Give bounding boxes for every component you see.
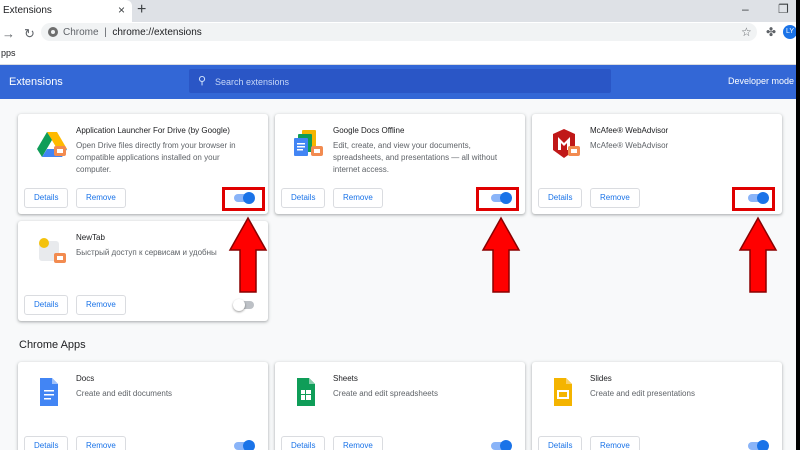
- site-label: Chrome: [63, 27, 99, 38]
- arrow-left-icon[interactable]: →: [2, 26, 15, 41]
- remove-button[interactable]: Remove: [76, 295, 126, 315]
- bookmarks-bar: [0, 44, 796, 65]
- profile-avatar[interactable]: LY: [783, 25, 796, 39]
- extensions-puzzle-icon[interactable]: ✤: [766, 25, 776, 39]
- toggle-highlight-box: [476, 187, 519, 211]
- url-separator: |: [104, 27, 107, 38]
- app-card: Docs Create and edit documents Details R…: [18, 362, 268, 450]
- new-tab-button[interactable]: +: [137, 1, 146, 19]
- toggle-highlight-box: [732, 187, 775, 211]
- remove-button[interactable]: Remove: [333, 188, 383, 208]
- bookmark-apps[interactable]: pps: [1, 48, 16, 58]
- app-name: Docs: [76, 374, 95, 383]
- enable-toggle[interactable]: [748, 440, 769, 450]
- extension-description: Быстрый доступ к сервисам и удобны: [76, 248, 217, 257]
- developer-mode-label[interactable]: Developer mode: [728, 76, 794, 86]
- url-text: chrome://extensions: [112, 27, 202, 38]
- google-sheets-icon: [293, 376, 325, 408]
- details-button[interactable]: Details: [24, 188, 69, 208]
- details-button[interactable]: Details: [281, 188, 326, 208]
- red-arrow-up-icon: [228, 216, 268, 293]
- tab-title: Extensions: [3, 5, 52, 16]
- app-card: Slides Create and edit presentations Det…: [532, 362, 782, 450]
- chrome-site-icon: [48, 27, 58, 37]
- reload-icon[interactable]: ↻: [24, 26, 35, 42]
- browser-window: Extensions × + – ❐ → ↻ Chrome | chrome:/…: [0, 0, 796, 450]
- red-arrow-up-icon: [481, 216, 521, 293]
- app-name: Slides: [590, 374, 612, 383]
- remove-button[interactable]: Remove: [76, 436, 126, 450]
- mcafee-shield-icon: [550, 128, 582, 160]
- restore-button[interactable]: ❐: [778, 2, 789, 16]
- extension-name: Google Docs Offline: [333, 126, 405, 135]
- google-drive-icon: [36, 128, 68, 160]
- extension-description: Open Drive files directly from your brow…: [76, 141, 236, 174]
- details-button[interactable]: Details: [538, 188, 583, 208]
- search-input[interactable]: [213, 71, 597, 93]
- enable-toggle[interactable]: [491, 440, 512, 450]
- newtab-puzzle-icon: [36, 235, 68, 267]
- enable-toggle[interactable]: [233, 299, 254, 311]
- remove-button[interactable]: Remove: [590, 436, 640, 450]
- details-button[interactable]: Details: [24, 436, 69, 450]
- page-title: Extensions: [9, 76, 63, 88]
- search-icon: ⚲: [198, 75, 207, 87]
- tab-close-icon[interactable]: ×: [118, 3, 125, 17]
- app-card: Sheets Create and edit spreadsheets Deta…: [275, 362, 525, 450]
- google-slides-icon: [550, 376, 582, 408]
- address-bar-text[interactable]: Chrome | chrome://extensions: [63, 27, 202, 38]
- tab-extensions[interactable]: Extensions ×: [0, 0, 132, 22]
- google-docs-offline-icon: [293, 128, 325, 160]
- app-description: Create and edit documents: [76, 389, 173, 398]
- minimize-button[interactable]: –: [742, 2, 749, 16]
- details-button[interactable]: Details: [24, 295, 69, 315]
- toggle-highlight-box: [222, 187, 265, 211]
- app-name: Sheets: [333, 374, 358, 383]
- enable-toggle[interactable]: [234, 440, 255, 450]
- extension-description: McAfee® WebAdvisor: [590, 141, 669, 150]
- red-arrow-up-icon: [738, 216, 778, 293]
- section-heading: Chrome Apps: [19, 339, 86, 351]
- details-button[interactable]: Details: [281, 436, 326, 450]
- extension-name: Application Launcher For Drive (by Googl…: [76, 126, 230, 135]
- remove-button[interactable]: Remove: [590, 188, 640, 208]
- remove-button[interactable]: Remove: [333, 436, 383, 450]
- extension-description: Edit, create, and view your documents, s…: [333, 141, 498, 174]
- remove-button[interactable]: Remove: [76, 188, 126, 208]
- details-button[interactable]: Details: [538, 436, 583, 450]
- extension-name: McAfee® WebAdvisor: [590, 126, 669, 135]
- bookmark-star-icon[interactable]: ☆: [741, 25, 752, 39]
- app-description: Create and edit spreadsheets: [333, 389, 438, 398]
- google-docs-icon: [36, 376, 68, 408]
- extension-name: NewTab: [76, 233, 105, 242]
- app-description: Create and edit presentations: [590, 389, 695, 398]
